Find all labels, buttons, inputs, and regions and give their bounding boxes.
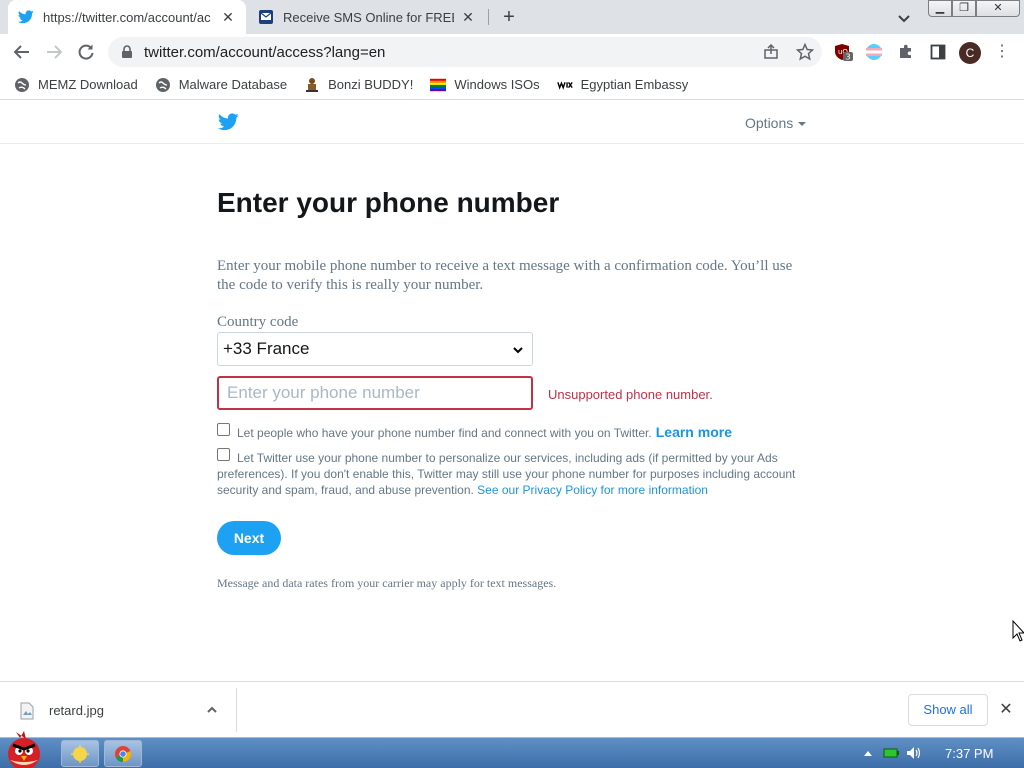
tab-title: Receive SMS Online for FREE |: [283, 9, 454, 25]
address-url[interactable]: twitter.com/account/access?lang=en: [144, 44, 754, 61]
sms-site-icon: [258, 9, 274, 25]
download-file-name[interactable]: retard.jpg: [49, 703, 104, 718]
tab-close-icon[interactable]: ✕: [460, 9, 476, 25]
country-code-label: Country code: [217, 314, 299, 330]
country-code-value: +33 France: [223, 339, 310, 358]
speaker-volume-icon[interactable]: [906, 745, 922, 761]
globe-icon: [14, 77, 30, 93]
bookmark-label: Windows ISOs: [454, 77, 540, 92]
wix-icon: [556, 77, 573, 93]
tab-twitter[interactable]: https://twitter.com/account/ac ✕: [8, 0, 246, 34]
close-shelf-icon[interactable]: ✕: [998, 702, 1014, 718]
bookmark-bonzi-buddy[interactable]: Bonzi BUDDY!: [304, 77, 413, 93]
profile-avatar[interactable]: C: [959, 42, 981, 64]
tab-strip: https://twitter.com/account/ac ✕ Receive…: [0, 0, 1024, 34]
bonzi-icon: [304, 77, 320, 93]
bookmark-label: Malware Database: [178, 77, 288, 92]
find-by-phone-text: Let people who have your phone number fi…: [237, 424, 732, 440]
chevron-up-icon[interactable]: [205, 703, 219, 717]
country-code-select[interactable]: +33 France: [217, 332, 533, 366]
window-close-button[interactable]: ✕: [976, 0, 1020, 17]
image-file-icon: [19, 702, 35, 720]
start-button-angry-bird-icon[interactable]: [2, 730, 48, 768]
phone-number-input[interactable]: [217, 376, 533, 410]
privacy-policy-link[interactable]: See our Privacy Policy for more informat…: [477, 483, 708, 497]
taskbar-explorer-button[interactable]: [61, 740, 99, 767]
address-bar[interactable]: twitter.com/account/access?lang=en: [108, 37, 822, 67]
download-separator: [236, 688, 237, 732]
bookmark-label: Bonzi BUDDY!: [328, 77, 414, 92]
lock-icon[interactable]: [120, 45, 134, 59]
bookmark-star-icon[interactable]: [796, 43, 814, 61]
rainbow-flag-icon: [430, 77, 447, 93]
forward-arrow-icon[interactable]: [42, 40, 66, 64]
extension-badge: 3: [846, 53, 851, 62]
tab-close-icon[interactable]: ✕: [220, 9, 236, 25]
phone-error-message: Unsupported phone number.: [548, 387, 713, 402]
taskbar-clock[interactable]: 7:37 PM: [945, 746, 993, 761]
page-title: Enter your phone number: [217, 187, 560, 218]
find-by-phone-checkbox[interactable]: [217, 423, 230, 436]
bookmark-label: Egyptian Embassy: [580, 77, 689, 92]
mouse-cursor-icon: [1012, 619, 1024, 644]
options-dropdown[interactable]: Options: [745, 115, 807, 131]
extensions-puzzle-icon[interactable]: [896, 42, 916, 62]
find-by-phone-label: Let people who have your phone number fi…: [237, 426, 652, 440]
twitter-header: Options: [0, 101, 1024, 144]
twitter-bird-icon: [18, 9, 34, 25]
bookmark-malware-database[interactable]: Malware Database: [155, 77, 287, 93]
page-description: Enter your mobile phone number to receiv…: [217, 258, 793, 293]
windows-taskbar: 7:37 PM: [0, 731, 1024, 768]
caret-down-icon: [798, 122, 807, 127]
show-all-button[interactable]: Show all: [908, 694, 988, 726]
battery-icon[interactable]: [883, 745, 899, 761]
taskbar-chrome-button[interactable]: [104, 740, 142, 767]
trans-flag-extension-icon[interactable]: [864, 42, 884, 62]
system-tray: [850, 738, 1024, 768]
chrome-menu-icon[interactable]: ⋮: [994, 42, 1010, 62]
ublock-extension-icon[interactable]: uO 3: [834, 42, 854, 62]
tray-expand-icon[interactable]: [860, 745, 876, 761]
tab-separator: [488, 9, 489, 25]
chevron-down-icon: [512, 343, 524, 355]
tab-receive-sms[interactable]: Receive SMS Online for FREE | ✕: [248, 0, 486, 34]
rates-note: Message and data rates from your carrier…: [217, 576, 557, 590]
options-label: Options: [745, 115, 794, 131]
globe-icon: [155, 77, 171, 93]
bookmarks-bar: MEMZ Download Malware Database Bonzi BUD…: [0, 70, 1024, 100]
bookmark-memz-download[interactable]: MEMZ Download: [14, 77, 138, 93]
learn-more-link[interactable]: Learn more: [656, 424, 732, 440]
window-restore-button[interactable]: ❐: [952, 0, 976, 17]
download-shelf: retard.jpg Show all ✕: [0, 681, 1024, 737]
back-arrow-icon[interactable]: [10, 40, 34, 64]
next-button[interactable]: Next: [217, 521, 281, 555]
twitter-logo-icon[interactable]: [217, 113, 239, 131]
bookmark-windows-isos[interactable]: Windows ISOs: [430, 77, 540, 93]
side-panel-icon[interactable]: [928, 42, 948, 62]
share-icon[interactable]: [762, 43, 780, 61]
bookmark-egyptian-embassy[interactable]: Egyptian Embassy: [556, 77, 689, 93]
window-minimize-button[interactable]: ▁: [928, 0, 952, 17]
tab-title: https://twitter.com/account/ac: [43, 9, 211, 25]
bookmark-label: MEMZ Download: [38, 77, 138, 92]
reload-icon[interactable]: [74, 40, 98, 64]
new-tab-plus-icon[interactable]: +: [498, 6, 520, 28]
browser-toolbar: twitter.com/account/access?lang=en uO 3 C…: [0, 34, 1024, 70]
tab-search-chevron-icon[interactable]: [895, 9, 913, 27]
personalize-ads-text: Let Twitter use your phone number to per…: [217, 450, 817, 498]
